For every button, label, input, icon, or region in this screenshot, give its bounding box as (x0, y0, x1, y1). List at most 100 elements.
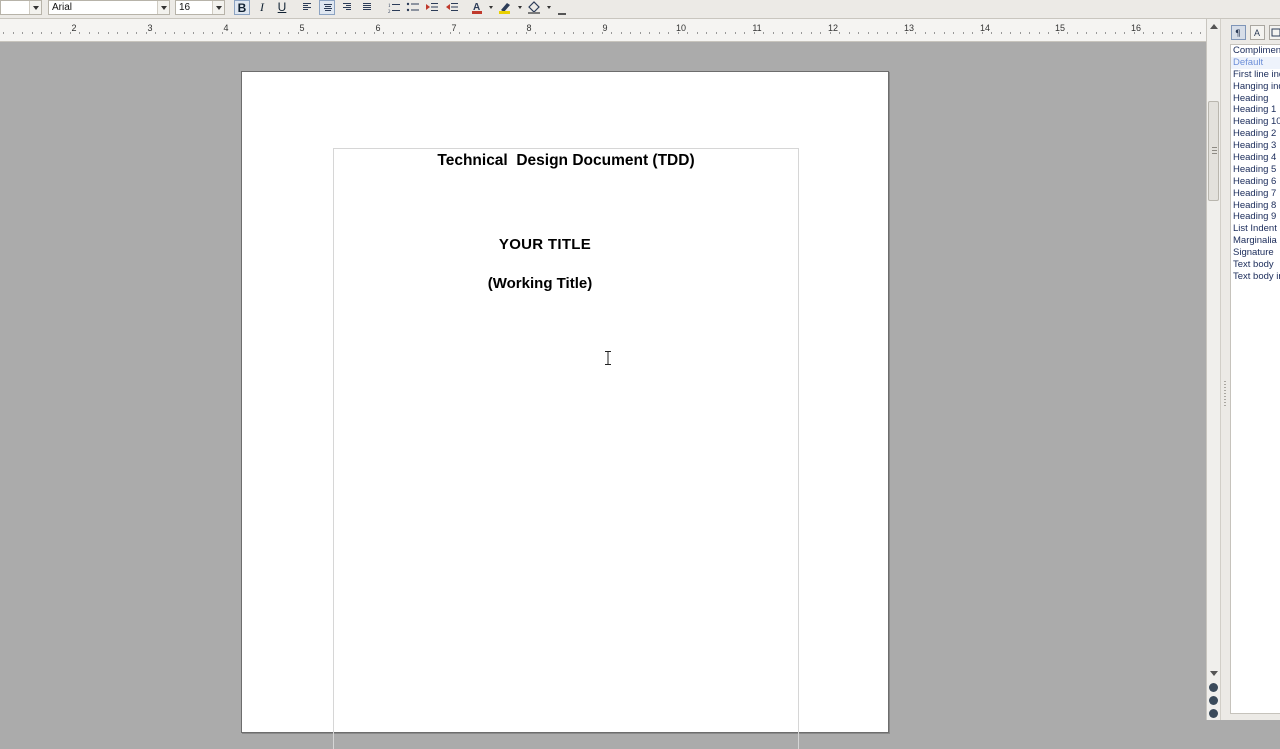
scroll-down-icon[interactable] (1210, 671, 1218, 676)
ruler-number: 6 (375, 23, 381, 33)
ruler-tick (1172, 32, 1173, 34)
horizontal-ruler[interactable]: 2 3 4 5 6 7 8 9 10 11 12 13 14 15 16 (0, 19, 1209, 42)
style-list-item[interactable]: Heading 1 (1231, 104, 1280, 116)
ruler-tick (792, 32, 793, 34)
style-list-item[interactable]: Heading 2 (1231, 128, 1280, 140)
ruler-tick (573, 32, 574, 34)
svg-text:1: 1 (388, 4, 391, 9)
ruler-tick (725, 32, 726, 34)
ruler-tick (459, 32, 460, 34)
style-list-item[interactable]: Heading 8 (1231, 200, 1280, 212)
style-list-item[interactable]: Heading 9 (1231, 211, 1280, 223)
ruler-number: 16 (1130, 23, 1142, 33)
style-list-item[interactable]: List Indent (1231, 223, 1280, 235)
ruler-tick (1077, 32, 1078, 34)
ruler-tick (583, 32, 584, 34)
ruler-tick (1162, 32, 1163, 34)
chevron-down-icon[interactable] (157, 1, 169, 14)
ruler-tick (13, 32, 14, 34)
font-color-button[interactable]: A (469, 0, 485, 15)
ruler-tick (402, 32, 403, 34)
bold-button[interactable]: B (234, 0, 250, 15)
navigator-icon[interactable] (1209, 696, 1218, 705)
chevron-down-icon[interactable] (212, 1, 224, 14)
align-left-button[interactable] (299, 0, 315, 15)
vertical-scrollbar[interactable] (1206, 19, 1221, 720)
ruler-tick (336, 32, 337, 34)
chevron-down-icon[interactable] (29, 1, 41, 14)
ruler-tick (250, 32, 251, 34)
style-list-item[interactable]: Text body indent (1231, 271, 1280, 283)
paragraph-background-button[interactable] (526, 0, 542, 15)
style-list[interactable]: Complimentary closeDefaultFirst line ind… (1230, 44, 1280, 714)
ruler-tick (412, 32, 413, 34)
ruler-tick (1124, 32, 1125, 34)
ruler-tick (127, 32, 128, 34)
previous-page-icon[interactable] (1209, 683, 1218, 692)
style-list-item[interactable]: Heading 7 (1231, 188, 1280, 200)
style-list-item[interactable]: Marginalia (1231, 235, 1280, 247)
ruler-tick (364, 32, 365, 34)
style-list-item[interactable]: Heading (1231, 93, 1280, 105)
page-text-boundary: Technical Design Document (TDD) YOUR TIT… (333, 148, 799, 749)
align-center-button[interactable] (319, 0, 335, 15)
ruler-number: 3 (147, 23, 153, 33)
align-center-icon (324, 4, 332, 13)
italic-button[interactable]: I (254, 0, 270, 15)
increase-indent-button[interactable] (424, 0, 440, 15)
justify-button[interactable] (359, 0, 375, 15)
scroll-up-icon[interactable] (1210, 24, 1218, 29)
document-subtitle: (Working Title) (487, 275, 593, 292)
scrollbar-thumb[interactable] (1208, 101, 1219, 201)
style-list-item[interactable]: Heading 5 (1231, 164, 1280, 176)
style-list-item[interactable]: Complimentary close (1231, 45, 1280, 57)
splitter-grip-icon (1224, 381, 1226, 407)
character-styles-button[interactable]: A (1250, 25, 1265, 40)
font-name-combo[interactable]: Arial (48, 0, 170, 15)
paragraph-styles-button[interactable]: ¶ (1231, 25, 1246, 40)
ruler-tick (507, 32, 508, 34)
document-page[interactable]: Technical Design Document (TDD) YOUR TIT… (241, 71, 889, 749)
text-cursor-icon (605, 351, 611, 365)
ruler-tick (89, 32, 90, 34)
ruler-tick (421, 32, 422, 34)
ruler-tick (1105, 32, 1106, 34)
numbered-list-icon: 12 (388, 4, 400, 15)
ruler-number: 4 (223, 23, 229, 33)
frame-styles-button[interactable] (1269, 25, 1280, 40)
style-list-item[interactable]: Heading 3 (1231, 140, 1280, 152)
paragraph-style-combo[interactable] (0, 0, 42, 15)
underline-button[interactable]: U (274, 0, 290, 15)
ruler-number: 5 (299, 23, 305, 33)
ruler-tick (763, 32, 764, 34)
ruler-tick (1153, 32, 1154, 34)
ruler-tick (307, 32, 308, 34)
decrease-indent-button[interactable] (444, 0, 460, 15)
ruler-tick (260, 32, 261, 34)
ruler-tick (621, 32, 622, 34)
ruler-tick (1010, 32, 1011, 34)
style-list-item[interactable]: First line indent (1231, 69, 1280, 81)
ruler-tick (98, 32, 99, 34)
bullets-button[interactable] (405, 0, 421, 15)
toolbar-overflow-icon[interactable] (558, 7, 566, 15)
font-color-dropdown-icon[interactable] (489, 6, 493, 9)
numbering-button[interactable]: 12 (386, 0, 402, 15)
style-list-item[interactable]: Text body (1231, 259, 1280, 271)
style-list-item[interactable]: Default (1231, 56, 1280, 69)
style-list-item[interactable]: Heading 10 (1231, 116, 1280, 128)
style-list-item[interactable]: Heading 4 (1231, 152, 1280, 164)
style-list-item[interactable]: Heading 6 (1231, 176, 1280, 188)
decrease-indent-icon (446, 3, 458, 11)
ruler-tick (640, 32, 641, 34)
font-size-combo[interactable]: 16 (175, 0, 225, 15)
style-list-item[interactable]: Signature (1231, 247, 1280, 259)
ruler-tick (383, 32, 384, 34)
style-list-item[interactable]: Hanging indent (1231, 81, 1280, 93)
highlighting-button[interactable] (497, 0, 513, 15)
next-page-icon[interactable] (1209, 709, 1218, 718)
align-right-button[interactable] (339, 0, 355, 15)
align-left-icon (303, 3, 311, 12)
highlight-dropdown-icon[interactable] (518, 6, 522, 9)
background-dropdown-icon[interactable] (547, 6, 551, 9)
